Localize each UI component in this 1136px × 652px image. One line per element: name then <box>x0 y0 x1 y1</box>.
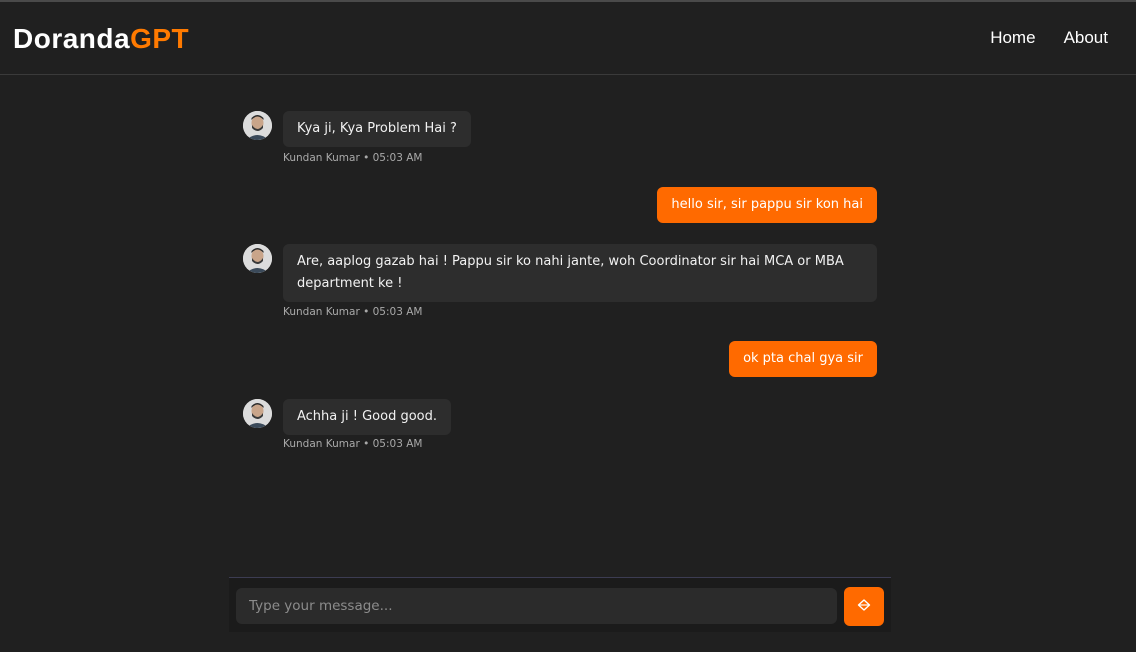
navbar: DorandaGPT Home About <box>0 2 1136 75</box>
bot-message-text: Kya ji, Kya Problem Hai ? <box>283 111 471 147</box>
message-meta: Kundan Kumar • 05:03 AM <box>283 152 423 164</box>
avatar-icon <box>243 111 272 140</box>
brand-name-part1: Doranda <box>13 23 131 54</box>
send-button[interactable] <box>844 587 884 626</box>
message-composer <box>229 577 891 632</box>
nav-about-link[interactable]: About <box>1064 26 1108 50</box>
message-meta: Kundan Kumar • 05:03 AM <box>283 306 423 318</box>
brand-name-part2: GPT <box>130 23 190 54</box>
send-icon <box>857 598 871 615</box>
bot-message-text: Achha ji ! Good good. <box>283 399 451 435</box>
bot-message-text: Are, aaplog gazab hai ! Pappu sir ko nah… <box>283 244 877 302</box>
user-message: hello sir, sir pappu sir kon hai <box>657 187 877 223</box>
user-message: ok pta chal gya sir <box>729 341 877 377</box>
nav-links: Home About <box>990 26 1108 50</box>
avatar-icon <box>243 399 272 428</box>
message-input[interactable] <box>236 588 837 624</box>
brand-logo[interactable]: DorandaGPT <box>13 23 189 55</box>
nav-home-link[interactable]: Home <box>990 26 1035 50</box>
message-meta: Kundan Kumar • 05:03 AM <box>283 438 423 450</box>
avatar-icon <box>243 244 272 273</box>
